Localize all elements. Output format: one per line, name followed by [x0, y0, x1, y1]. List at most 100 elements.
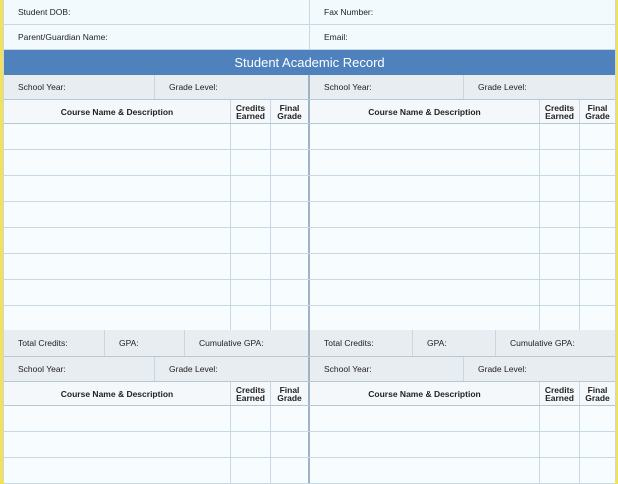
table-cell[interactable] [580, 150, 615, 175]
table-cell[interactable] [4, 124, 231, 149]
total-credits-field[interactable]: Total Credits: [310, 330, 413, 356]
table-cell[interactable] [271, 280, 310, 305]
table-cell[interactable] [231, 280, 271, 305]
table-cell[interactable] [231, 202, 271, 227]
term-row-1: School Year: Grade Level: School Year: G… [4, 75, 615, 100]
table-cell[interactable] [271, 176, 310, 201]
table-row [4, 150, 615, 176]
table-cell[interactable] [231, 406, 271, 431]
grade-level-label: Grade Level: [169, 364, 218, 374]
final-grade-header: Final Grade [580, 100, 615, 123]
table-cell[interactable] [271, 202, 310, 227]
table-cell[interactable] [540, 124, 580, 149]
cumulative-gpa-field[interactable]: Cumulative GPA: [496, 330, 615, 356]
table-cell[interactable] [580, 406, 615, 431]
table-cell[interactable] [310, 150, 540, 175]
table-cell[interactable] [271, 432, 310, 457]
table-cell[interactable] [4, 254, 231, 279]
table-cell[interactable] [4, 228, 231, 253]
table-cell[interactable] [540, 254, 580, 279]
table-cell[interactable] [4, 150, 231, 175]
gpa-field[interactable]: GPA: [105, 330, 185, 356]
table-cell[interactable] [580, 280, 615, 305]
table-cell[interactable] [310, 124, 540, 149]
course-header: Course Name & Description [4, 100, 231, 123]
guardian-name-label: Parent/Guardian Name: [18, 32, 108, 42]
table-row [4, 254, 615, 280]
table-cell[interactable] [231, 458, 271, 483]
table-cell[interactable] [271, 124, 310, 149]
table-cell[interactable] [580, 306, 615, 331]
table-cell[interactable] [580, 228, 615, 253]
table-cell[interactable] [231, 124, 271, 149]
table-cell[interactable] [310, 202, 540, 227]
table-cell[interactable] [310, 458, 540, 483]
credits-header: Credits Earned [540, 382, 580, 405]
table-cell[interactable] [271, 458, 310, 483]
table-cell[interactable] [4, 432, 231, 457]
total-credits-field[interactable]: Total Credits: [4, 330, 105, 356]
grade-level-field[interactable]: Grade Level: [464, 357, 615, 381]
table-cell[interactable] [310, 176, 540, 201]
table-cell[interactable] [540, 228, 580, 253]
table-cell[interactable] [580, 432, 615, 457]
school-year-label: School Year: [18, 82, 66, 92]
fax-number-field[interactable]: Fax Number: [310, 0, 615, 24]
table-cell[interactable] [4, 458, 231, 483]
table-cell[interactable] [540, 306, 580, 331]
grade-level-field[interactable]: Grade Level: [464, 75, 615, 99]
table-cell[interactable] [310, 432, 540, 457]
table-cell[interactable] [310, 228, 540, 253]
table-row [4, 432, 615, 458]
table-cell[interactable] [310, 280, 540, 305]
table-cell[interactable] [540, 150, 580, 175]
table-row [4, 458, 615, 484]
table-cell[interactable] [271, 228, 310, 253]
table-cell[interactable] [231, 150, 271, 175]
final-header-line2: Grade [585, 392, 610, 403]
cumulative-gpa-field[interactable]: Cumulative GPA: [185, 330, 310, 356]
school-year-field[interactable]: School Year: [310, 357, 464, 381]
table-cell[interactable] [4, 306, 231, 331]
email-field[interactable]: Email: [310, 25, 615, 49]
table-cell[interactable] [580, 176, 615, 201]
table-cell[interactable] [4, 176, 231, 201]
gpa-field[interactable]: GPA: [413, 330, 496, 356]
table-cell[interactable] [4, 202, 231, 227]
table-cell[interactable] [4, 406, 231, 431]
table-cell[interactable] [540, 406, 580, 431]
grade-level-field[interactable]: Grade Level: [155, 357, 310, 381]
grade-level-field[interactable]: Grade Level: [155, 75, 310, 99]
table-cell[interactable] [231, 228, 271, 253]
school-year-field[interactable]: School Year: [310, 75, 464, 99]
table-cell[interactable] [271, 150, 310, 175]
total-credits-label: Total Credits: [324, 338, 374, 348]
table-cell[interactable] [540, 432, 580, 457]
table-cell[interactable] [231, 432, 271, 457]
table-cell[interactable] [580, 254, 615, 279]
table-cell[interactable] [540, 458, 580, 483]
table-cell[interactable] [540, 176, 580, 201]
table-cell[interactable] [271, 406, 310, 431]
table-cell[interactable] [4, 280, 231, 305]
school-year-field[interactable]: School Year: [4, 357, 155, 381]
guardian-name-field[interactable]: Parent/Guardian Name: [4, 25, 310, 49]
table-cell[interactable] [310, 306, 540, 331]
table-cell[interactable] [540, 280, 580, 305]
table-cell[interactable] [580, 458, 615, 483]
school-year-field[interactable]: School Year: [4, 75, 155, 99]
table-cell[interactable] [310, 406, 540, 431]
table-cell[interactable] [271, 306, 310, 331]
table-cell[interactable] [580, 202, 615, 227]
final-grade-header: Final Grade [271, 382, 310, 405]
student-dob-field[interactable]: Student DOB: [4, 0, 310, 24]
table-cell[interactable] [271, 254, 310, 279]
credits-header-line2: Earned [545, 392, 574, 403]
table-cell[interactable] [231, 306, 271, 331]
table-cell[interactable] [540, 202, 580, 227]
table-cell[interactable] [231, 176, 271, 201]
table-cell[interactable] [310, 254, 540, 279]
table-cell[interactable] [231, 254, 271, 279]
table-cell[interactable] [580, 124, 615, 149]
gpa-label: GPA: [427, 338, 447, 348]
